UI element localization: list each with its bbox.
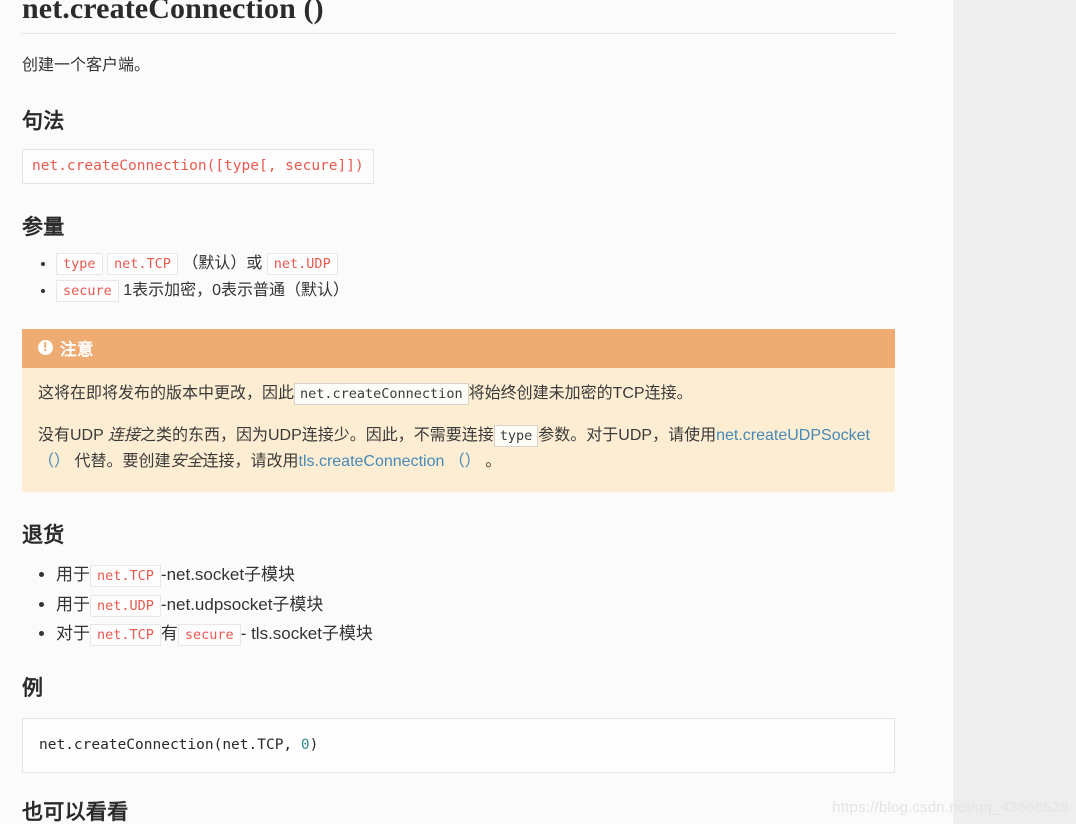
returns-pre-2: 用于 <box>56 594 90 614</box>
list-item: type net.TCP （默认）或 net.UDP <box>56 250 895 278</box>
list-item: secure 1表示加密，0表示普通（默认） <box>56 277 895 305</box>
example-code-tail: ) <box>309 737 319 754</box>
example-code-number: 0 <box>300 737 310 754</box>
section-heading-see-also: 也可以看看 <box>22 801 129 824</box>
returns-pre-1: 用于 <box>56 564 90 584</box>
list-item: 用于net.TCP-net.socket子模块 <box>56 560 895 590</box>
section-heading-syntax: 句法 <box>22 110 65 134</box>
note-p2-a: 没有UDP <box>38 426 108 444</box>
link-tls-createconnection[interactable]: tls.createConnection （） <box>299 453 481 470</box>
note-p1-before: 这将在即将发布的版本中更改，因此 <box>38 384 295 402</box>
note-callout: ! 注意 这将在即将发布的版本中更改，因此 net.createConnectio… <box>22 328 895 493</box>
document-page: net.createConnection () 创建一个客户端。 句法 net.… <box>0 0 953 824</box>
note-header-label: 注意 <box>60 340 94 359</box>
exclamation-circle-icon: ! <box>38 340 53 356</box>
param-secure-text: 1表示加密，0表示普通（默认） <box>123 282 350 300</box>
note-header: ! 注意 <box>22 328 895 368</box>
note-p2-e: 连接，请改用 <box>202 452 299 470</box>
returns-post-1: -net.socket子模块 <box>160 564 296 584</box>
returns-pre-3: 对于 <box>56 624 90 644</box>
list-item: 对于net.TCP有secure- tls.socket子模块 <box>56 619 895 649</box>
note-p2-c: 参数。对于UDP，请使用 <box>538 426 717 444</box>
note-p1-after: 将始终创建未加密的TCP连接。 <box>468 384 693 402</box>
example-code-fn: net.createConnection(net.TCP, <box>39 737 301 754</box>
param-default-text: （默认）或 <box>182 254 263 272</box>
param-chip-type: type <box>56 252 103 275</box>
param-chip-net-udp: net.UDP <box>266 252 338 275</box>
returns-mid-3: 有 <box>160 624 178 644</box>
note-p2-b: 之类的东西，因为UDP连接少。因此，不需要连接 <box>139 426 494 444</box>
section-heading-parameters: 参量 <box>22 216 65 240</box>
parameters-list: type net.TCP （默认）或 net.UDP secure 1表示加密，… <box>22 250 895 305</box>
right-gutter <box>953 0 1076 824</box>
returns-list: 用于net.TCP-net.socket子模块 用于net.UDP-net.ud… <box>22 560 895 649</box>
watermark: https://blog.csdn.net/qq_43666528 <box>832 799 1069 816</box>
note-p2-emphasis: 连接 <box>107 426 140 444</box>
syntax-code-block: net.createConnection([type[, secure]]) <box>22 149 374 185</box>
returns-chip-net-tcp-secure: net.TCP <box>90 624 161 647</box>
param-chip-secure: secure <box>56 280 119 303</box>
note-chip-createconnection: net.createConnection <box>294 382 469 405</box>
note-paragraph-1: 这将在即将发布的版本中更改，因此 net.createConnection 将始终创… <box>38 381 879 407</box>
returns-chip-secure: secure <box>177 624 241 647</box>
returns-post-2: -net.udpsocket子模块 <box>160 594 324 614</box>
note-p2-d: 代替。要创建 <box>70 452 171 470</box>
returns-chip-net-tcp: net.TCP <box>90 564 161 587</box>
list-item: 用于net.UDP-net.udpsocket子模块 <box>56 590 895 620</box>
note-chip-type: type <box>493 424 539 447</box>
section-heading-example: 例 <box>22 677 44 700</box>
page-title: net.createConnection () <box>22 0 895 34</box>
section-heading-returns: 退货 <box>22 524 65 548</box>
note-p2-f: 。 <box>480 452 502 470</box>
note-p2-emphasis-2: 安全 <box>170 452 203 470</box>
note-paragraph-2: 没有UDP 连接之类的东西，因为UDP连接少。因此，不需要连接 type 参数。对于… <box>38 423 879 475</box>
example-code-block: net.createConnection(net.TCP, 0) <box>22 718 895 774</box>
note-body: 这将在即将发布的版本中更改，因此 net.createConnection 将始终创… <box>22 368 895 493</box>
intro-paragraph: 创建一个客户端。 <box>22 56 151 74</box>
document-content: net.createConnection () 创建一个客户端。 句法 net.… <box>0 0 917 824</box>
returns-chip-net-udp: net.UDP <box>90 594 161 617</box>
param-chip-net-tcp: net.TCP <box>106 252 178 275</box>
returns-post-3: - tls.socket子模块 <box>240 624 373 644</box>
